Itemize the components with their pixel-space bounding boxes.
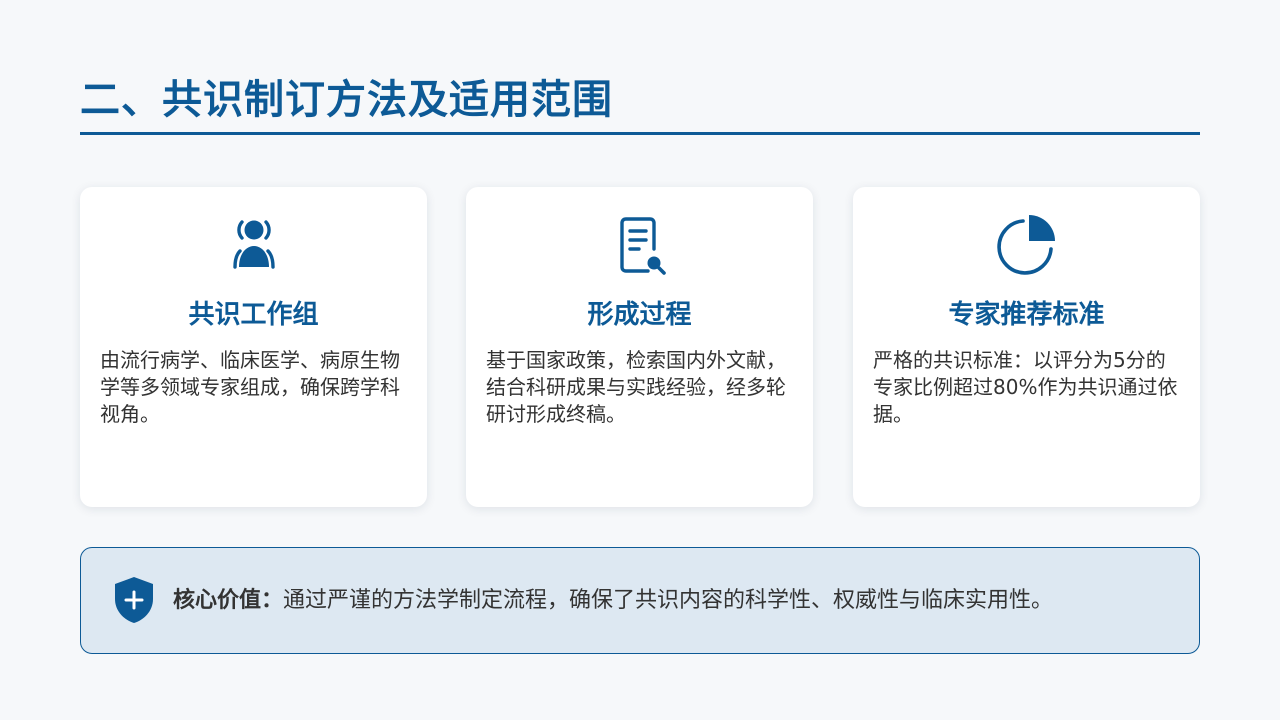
callout-text: 核心价值：通过严谨的方法学制定流程，确保了共识内容的科学性、权威性与临床实用性。 bbox=[173, 548, 1053, 653]
title-divider bbox=[80, 132, 1200, 135]
callout-label: 核心价值： bbox=[173, 588, 284, 613]
pie-chart-icon bbox=[993, 211, 1061, 279]
card-title: 共识工作组 bbox=[188, 300, 319, 330]
core-value-callout: 核心价值：通过严谨的方法学制定流程，确保了共识内容的科学性、权威性与临床实用性。 bbox=[80, 547, 1200, 654]
card-working-group: 共识工作组 由流行病学、临床医学、病原生物学等多领域专家组成，确保跨学科视角。 bbox=[80, 187, 427, 507]
shield-plus-icon bbox=[111, 575, 157, 625]
slide: 二、共识制订方法及适用范围 共识工作组 由流行病学、临床医学、病原生物学等多领域… bbox=[0, 0, 1280, 720]
card-body: 由流行病学、临床医学、病原生物学等多领域专家组成，确保跨学科视角。 bbox=[100, 348, 400, 426]
page-title: 二、共识制订方法及适用范围 bbox=[80, 77, 613, 123]
document-search-icon bbox=[606, 211, 674, 279]
card-formation-process: 形成过程 基于国家政策，检索国内外文献，结合科研成果与实践经验，经多轮研讨形成终… bbox=[466, 187, 813, 507]
card-title: 专家推荐标准 bbox=[948, 300, 1105, 330]
callout-body: 通过严谨的方法学制定流程，确保了共识内容的科学性、权威性与临床实用性。 bbox=[283, 588, 1054, 613]
card-title: 形成过程 bbox=[587, 300, 692, 330]
card-body: 严格的共识标准：以评分为5分的专家比例超过80%作为共识通过依据。 bbox=[873, 348, 1178, 426]
card-recommendation-criteria: 专家推荐标准 严格的共识标准：以评分为5分的专家比例超过80%作为共识通过依据。 bbox=[853, 187, 1200, 507]
card-body: 基于国家政策，检索国内外文献，结合科研成果与实践经验，经多轮研讨形成终稿。 bbox=[486, 348, 786, 426]
experts-group-icon bbox=[220, 211, 288, 279]
